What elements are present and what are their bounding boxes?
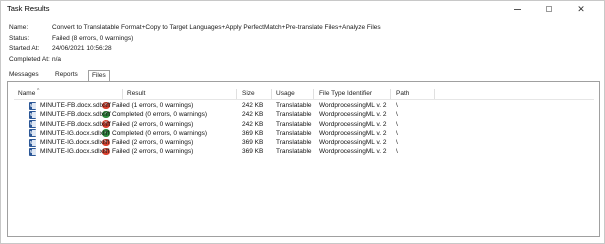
name-value: Convert to Translatable Format+Copy to T… <box>52 24 381 31</box>
maximize-button[interactable] <box>536 1 562 17</box>
file-type-cell: WordprocessingML v. 2 <box>319 148 387 156</box>
table-row[interactable]: W ✕ MINUTE-IG.docx.sdlxliff Failed (2 error… <box>14 147 594 156</box>
result-cell: Failed (2 errors, 0 warnings) <box>112 148 194 156</box>
minimize-icon <box>513 8 521 10</box>
word-file-icon-letter: W <box>30 139 35 145</box>
usage-cell: Translatable <box>276 139 312 147</box>
result-cell: Completed (0 errors, 0 warnings) <box>112 129 208 137</box>
close-icon: ✕ <box>577 3 585 14</box>
column-divider[interactable] <box>122 89 123 99</box>
word-file-icon: W <box>29 101 36 110</box>
word-file-icon-letter: W <box>30 148 35 154</box>
file-type-cell: WordprocessingML v. 2 <box>319 120 387 128</box>
size-cell: 369 KB <box>242 129 264 137</box>
size-cell: 369 KB <box>242 148 264 156</box>
file-type-cell: WordprocessingML v. 2 <box>319 102 387 109</box>
path-cell: \ <box>396 111 398 119</box>
table-header: Name ^ Result Size Usage File Type Ident… <box>14 88 594 100</box>
result-cell: Failed (1 errors, 0 warnings) <box>112 102 194 109</box>
tab-files[interactable]: Files <box>88 70 110 81</box>
table-row[interactable]: W ✓ MINUTE-FB.docx.sdlxliff Completed (0 er… <box>14 110 594 119</box>
column-header-usage[interactable]: Usage <box>276 90 295 97</box>
tab-messages[interactable]: Messages (8) <box>7 70 41 88</box>
completed-label: Completed At: <box>9 55 50 63</box>
usage-cell: Translatable <box>276 102 312 109</box>
usage-cell: Translatable <box>276 120 312 128</box>
word-file-icon-letter: W <box>30 111 35 117</box>
column-divider[interactable] <box>236 89 237 99</box>
column-divider[interactable] <box>390 89 391 99</box>
title-bar: Task Results ✕ <box>1 1 604 17</box>
table-body: W ✕ MINUTE-FB.docx.sdlxliff Failed (1 error… <box>14 101 594 157</box>
size-cell: 369 KB <box>242 139 264 147</box>
word-file-icon-letter: W <box>30 102 35 108</box>
size-cell: 242 KB <box>242 120 264 128</box>
files-table: Name ^ Result Size Usage File Type Ident… <box>14 88 594 157</box>
word-file-icon-letter: W <box>30 130 35 136</box>
usage-cell: Translatable <box>276 111 312 119</box>
word-file-icon: W <box>29 110 36 119</box>
status-label: Status: <box>9 34 30 42</box>
path-cell: \ <box>396 148 398 156</box>
usage-cell: Translatable <box>276 129 312 137</box>
table-row[interactable]: W ✕ MINUTE-IG.docx.sdlxliff Failed (2 error… <box>14 138 594 147</box>
word-file-icon-letter: W <box>30 121 35 127</box>
started-value: 24/06/2021 10:56:28 <box>52 45 112 52</box>
file-name-cell: MINUTE-IG.docx.sdlxliff <box>40 129 110 137</box>
file-type-cell: WordprocessingML v. 2 <box>319 139 387 147</box>
result-cell: Failed (2 errors, 0 warnings) <box>112 120 194 128</box>
word-file-icon: W <box>29 120 36 129</box>
column-header-name[interactable]: Name <box>18 90 35 97</box>
column-header-result[interactable]: Result <box>127 90 145 97</box>
completed-value: n/a <box>52 55 62 63</box>
files-panel: Name ^ Result Size Usage File Type Ident… <box>7 81 600 237</box>
column-header-file-type[interactable]: File Type Identifier <box>319 90 372 97</box>
column-divider[interactable] <box>434 89 435 99</box>
file-name-cell: MINUTE-FB.docx.sdlxliff <box>40 111 111 119</box>
window-title: Task Results <box>7 4 50 13</box>
table-row[interactable]: W ✓ MINUTE-IG.docx.sdlxliff Completed (0 er… <box>14 129 594 138</box>
column-divider[interactable] <box>271 89 272 99</box>
file-name-cell: MINUTE-IG.docx.sdlxliff <box>40 139 110 147</box>
path-cell: \ <box>396 139 398 147</box>
status-value: Failed (8 errors, 0 warnings) <box>52 34 134 42</box>
usage-cell: Translatable <box>276 148 312 156</box>
result-cell: Completed (0 errors, 0 warnings) <box>112 111 208 119</box>
path-cell: \ <box>396 120 398 128</box>
word-file-icon: W <box>29 138 36 147</box>
file-name-cell: MINUTE-FB.docx.sdlxliff <box>40 120 111 128</box>
path-cell: \ <box>396 102 398 109</box>
size-cell: 242 KB <box>242 102 264 109</box>
word-file-icon: W <box>29 147 36 156</box>
column-divider[interactable] <box>313 89 314 99</box>
column-header-path[interactable]: Path <box>396 90 409 97</box>
close-button[interactable]: ✕ <box>568 1 594 17</box>
size-cell: 242 KB <box>242 111 264 119</box>
maximize-icon <box>546 6 552 12</box>
file-name-cell: MINUTE-IG.docx.sdlxliff <box>40 148 110 156</box>
name-label: Name: <box>9 24 29 31</box>
word-file-icon: W <box>29 129 36 138</box>
file-type-cell: WordprocessingML v. 2 <box>319 129 387 137</box>
table-row[interactable]: W ✕ MINUTE-FB.docx.sdlxliff Failed (1 error… <box>14 101 594 110</box>
table-row[interactable]: W ✕ MINUTE-FB.docx.sdlxliff Failed (2 error… <box>14 120 594 129</box>
minimize-button[interactable] <box>504 1 530 17</box>
column-header-size[interactable]: Size <box>242 90 255 97</box>
file-type-cell: WordprocessingML v. 2 <box>319 111 387 119</box>
sort-ascending-icon: ^ <box>37 88 40 94</box>
tab-reports[interactable]: Reports (3) <box>53 70 80 88</box>
file-name-cell: MINUTE-FB.docx.sdlxliff <box>40 102 111 109</box>
task-results-window: Task Results ✕ Name: Convert to Translat… <box>0 0 605 244</box>
result-cell: Failed (2 errors, 0 warnings) <box>112 139 194 147</box>
path-cell: \ <box>396 129 398 137</box>
started-label: Started At: <box>9 45 40 52</box>
